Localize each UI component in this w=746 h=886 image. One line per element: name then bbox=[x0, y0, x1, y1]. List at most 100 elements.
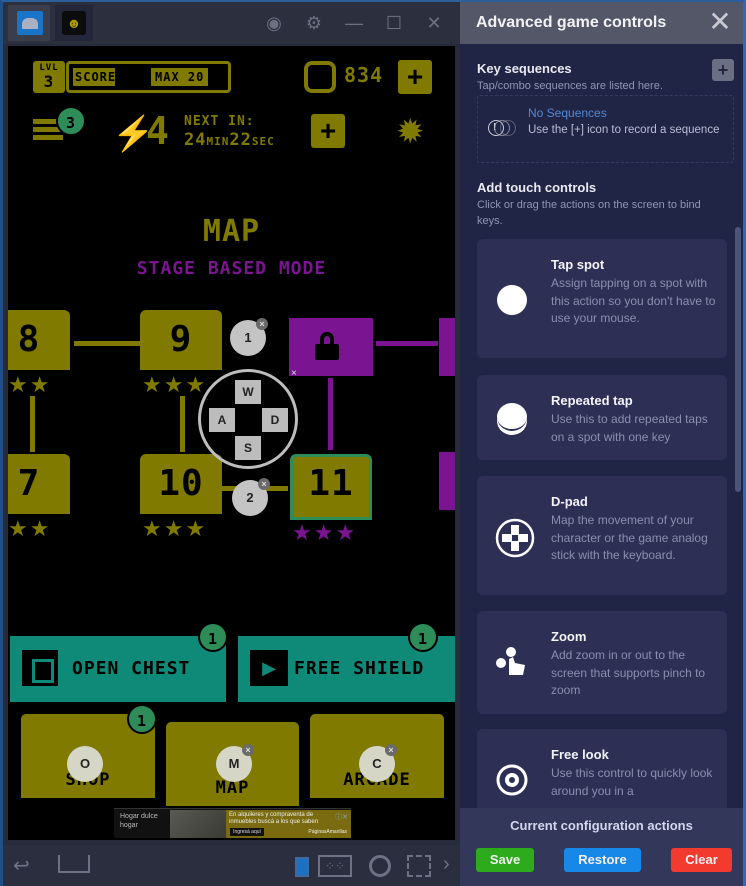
card-title: Repeated tap bbox=[551, 393, 633, 408]
locked-stage-tile[interactable] bbox=[439, 452, 455, 510]
map-title: MAP bbox=[202, 214, 261, 249]
stage-path bbox=[376, 341, 438, 346]
ad-close-icon[interactable]: ⓘ✕ bbox=[335, 812, 348, 822]
maximize-icon[interactable]: ☐ bbox=[381, 10, 407, 36]
stage-tile[interactable]: 10 bbox=[140, 454, 222, 514]
dpad-card[interactable]: D-pad Map the movement of your character… bbox=[477, 476, 727, 595]
save-button[interactable]: Save bbox=[476, 848, 534, 872]
fullscreen-icon[interactable] bbox=[407, 855, 431, 877]
coin-count: 834 bbox=[344, 63, 384, 87]
card-description: Assign tapping on a spot with this actio… bbox=[551, 276, 716, 325]
locked-stage-tile[interactable] bbox=[439, 318, 455, 376]
repeated-tap-card[interactable]: Repeated tap Use this to add repeated ta… bbox=[477, 375, 727, 460]
stage-stars: ★★★ bbox=[142, 372, 208, 397]
stage-path bbox=[180, 396, 185, 452]
chevron-right-icon[interactable]: › bbox=[443, 853, 450, 876]
stage-number: 7 bbox=[17, 463, 41, 504]
tap-spot-control[interactable]: C × bbox=[359, 744, 397, 782]
tap-spot-control[interactable]: M × bbox=[216, 744, 254, 782]
stage-number: 11 bbox=[308, 463, 354, 504]
ad-banner[interactable]: Hogar dulce hogar En alquileres y compra… bbox=[114, 808, 351, 838]
free-shield-label: FREE SHIELD bbox=[294, 658, 425, 679]
timer-min-unit: MIN bbox=[206, 135, 230, 148]
timer-seconds: 22 bbox=[229, 130, 252, 150]
sequence-alert-icon: ! bbox=[488, 120, 516, 136]
tap-key-label: O bbox=[79, 756, 91, 771]
tap-spot-card[interactable]: Tap spot Assign tapping on a spot with t… bbox=[477, 239, 727, 358]
dpad-left-key[interactable]: A bbox=[209, 408, 235, 432]
no-sequences-label: No Sequences bbox=[528, 106, 607, 120]
dpad-icon bbox=[495, 518, 535, 558]
card-title: Free look bbox=[551, 747, 609, 762]
game-screen[interactable]: LVL 3 SCORE X3 MAX 20 834 + 3 ⚡ 4 NEXT I… bbox=[8, 46, 455, 840]
tap-spot-control[interactable]: 2 × bbox=[232, 478, 270, 516]
remove-control-icon[interactable]: × bbox=[256, 318, 268, 330]
locked-stage-tile[interactable] bbox=[289, 318, 373, 376]
card-description: Map the movement of your character or th… bbox=[551, 513, 708, 562]
stage-tile[interactable]: 8 bbox=[8, 310, 70, 370]
timer-sec-unit: SEC bbox=[251, 135, 275, 148]
dpad-down-key[interactable]: S bbox=[235, 436, 261, 460]
energy-count: 4 bbox=[146, 109, 170, 153]
back-icon[interactable]: ↩ bbox=[13, 853, 30, 878]
add-coins-button[interactable]: + bbox=[398, 60, 432, 94]
tap-spot-control[interactable]: 1 × bbox=[230, 318, 268, 356]
tap-key-label: C bbox=[372, 756, 382, 771]
ad-cta-button[interactable]: Ingresá aquí bbox=[230, 828, 264, 836]
stage-tile[interactable]: 7 bbox=[8, 454, 70, 514]
home-tab[interactable] bbox=[8, 5, 50, 41]
controls-scrollbar[interactable] bbox=[735, 227, 741, 492]
ad-image bbox=[170, 810, 226, 838]
keymap-toggle-icon[interactable] bbox=[295, 857, 309, 877]
dpad-control[interactable]: W A D S bbox=[198, 369, 298, 469]
minimize-icon[interactable]: — bbox=[341, 10, 367, 36]
next-energy-timer: 24MIN22SEC bbox=[184, 130, 275, 150]
tap-key-label: 1 bbox=[244, 330, 252, 345]
settings-icon[interactable]: ⚙ bbox=[301, 10, 327, 36]
dpad-up-key[interactable]: W bbox=[235, 380, 261, 404]
remove-control-icon[interactable]: × bbox=[385, 744, 397, 756]
stage-path bbox=[30, 396, 35, 452]
score-label: SCORE X3 bbox=[75, 70, 141, 84]
remove-dpad-icon[interactable]: × bbox=[291, 368, 297, 379]
current-stage-tile[interactable]: 11 bbox=[290, 454, 372, 520]
timer-minutes: 24 bbox=[184, 130, 207, 150]
account-icon[interactable]: ◉ bbox=[261, 10, 287, 36]
card-description: Add zoom in or out to the screen that su… bbox=[551, 648, 706, 697]
free-look-card[interactable]: Free look Use this control to quickly lo… bbox=[477, 729, 727, 808]
card-description: Use this to add repeated taps on a spot … bbox=[551, 412, 708, 444]
tap-spot-control[interactable]: O bbox=[67, 746, 103, 782]
game-icon: ☻ bbox=[62, 11, 86, 35]
restore-button[interactable]: Restore bbox=[564, 848, 641, 872]
missions-badge: 3 bbox=[56, 106, 86, 136]
dpad-right-key[interactable]: D bbox=[262, 408, 288, 432]
stage-path bbox=[74, 341, 140, 346]
stage-tile[interactable]: 9 bbox=[140, 310, 222, 370]
stage-number: 10 bbox=[158, 463, 204, 504]
close-icon[interactable]: ✕ bbox=[707, 8, 733, 36]
game-settings-icon[interactable]: ✹ bbox=[396, 112, 425, 152]
shop-badge: 1 bbox=[127, 704, 157, 734]
add-energy-button[interactable]: + bbox=[311, 114, 345, 148]
remove-control-icon[interactable]: × bbox=[258, 478, 270, 490]
stage-number: 8 bbox=[17, 319, 41, 360]
keyboard-icon[interactable]: ⁘⁘ bbox=[318, 855, 352, 877]
zoom-gesture-icon bbox=[495, 645, 529, 679]
eye-icon[interactable] bbox=[369, 855, 391, 877]
close-icon[interactable]: ✕ bbox=[421, 10, 447, 36]
chest-icon bbox=[22, 650, 58, 686]
key-sequences-title: Key sequences bbox=[477, 61, 572, 76]
clear-button[interactable]: Clear bbox=[671, 848, 732, 872]
open-chest-button[interactable]: OPEN CHEST bbox=[10, 636, 226, 702]
game-tab[interactable]: ☻ bbox=[55, 5, 93, 41]
remove-control-icon[interactable]: × bbox=[242, 744, 254, 756]
add-sequence-button[interactable]: + bbox=[712, 59, 734, 81]
panel-header: Advanced game controls ✕ bbox=[460, 2, 743, 44]
home-icon[interactable] bbox=[58, 855, 90, 873]
touch-controls-title: Add touch controls bbox=[477, 180, 597, 195]
ad-left-text: Hogar dulce hogar bbox=[120, 813, 158, 829]
lock-icon bbox=[315, 332, 339, 360]
zoom-card[interactable]: Zoom Add zoom in or out to the screen th… bbox=[477, 611, 727, 714]
no-sequences-hint: Use the [+] icon to record a sequence bbox=[528, 124, 720, 136]
controls-list[interactable]: Tap spot Assign tapping on a spot with t… bbox=[460, 230, 743, 808]
